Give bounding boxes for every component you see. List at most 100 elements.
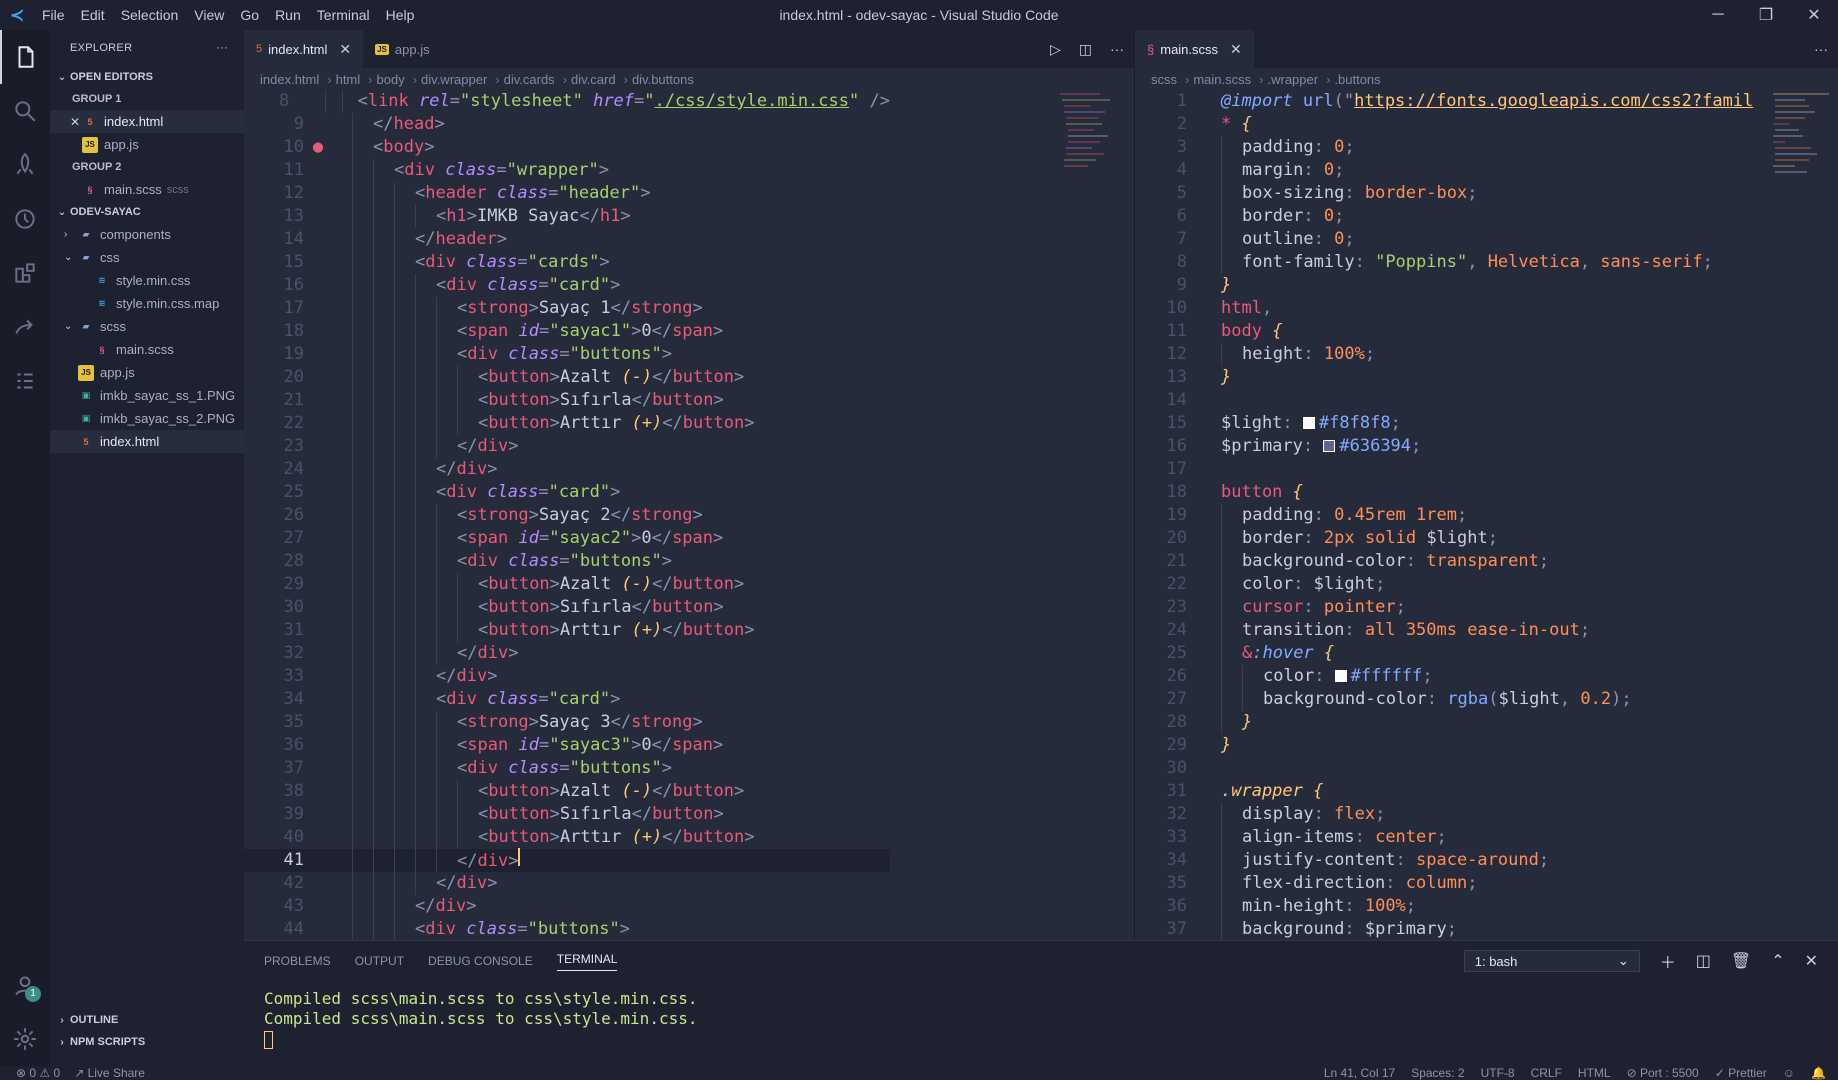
bell-icon[interactable]: 🔔 (1811, 1066, 1826, 1080)
close-tab-icon[interactable]: ✕ (339, 41, 351, 58)
cursor-position[interactable]: Ln 41, Col 17 (1324, 1066, 1395, 1080)
tree-item[interactable]: ⌄ ▰ css (50, 246, 244, 269)
tab-main-scss[interactable]: § main.scss ✕ (1135, 30, 1254, 68)
account-icon[interactable]: 1 (0, 958, 50, 1012)
breadcrumb-item[interactable]: div.buttons (632, 72, 694, 87)
split-terminal-icon[interactable]: ◫ (1696, 951, 1711, 971)
close-icon[interactable]: ✕ (70, 115, 82, 129)
code-area[interactable]: 1 @import url("https://fonts.googleapis.c… (1135, 90, 1765, 941)
chevron-right-icon: › (368, 71, 373, 87)
tree-item[interactable]: ≋ style.min.css.map (50, 292, 244, 315)
indentation[interactable]: Spaces: 2 (1411, 1066, 1464, 1080)
gear-icon[interactable] (0, 1012, 50, 1066)
terminal-select[interactable]: 1: bash ⌄ (1463, 950, 1640, 972)
run-icon[interactable]: ▷ (1050, 41, 1061, 58)
rocket-icon[interactable] (0, 138, 50, 192)
feedback-icon[interactable]: ☺ (1783, 1066, 1795, 1080)
outline-section[interactable]: › OUTLINE (50, 1009, 244, 1031)
split-editor-icon[interactable]: ◫ (1079, 41, 1092, 58)
scss-file-icon: § (87, 184, 93, 195)
problems-status[interactable]: ⊗ 0 ⚠ 0 (16, 1066, 60, 1080)
panel-tab[interactable]: OUTPUT (355, 954, 404, 968)
menu-edit[interactable]: Edit (73, 7, 113, 23)
close-panel-icon[interactable]: ✕ (1805, 951, 1818, 971)
menu-selection[interactable]: Selection (113, 7, 187, 23)
breadcrumb: index.html › html › body › div.wrapper › div.car… (244, 68, 1134, 90)
restore-icon[interactable]: ❐ (1742, 0, 1790, 30)
chevron-right-icon: › (623, 71, 628, 87)
prettier-status[interactable]: ✓ Prettier (1715, 1066, 1767, 1080)
more-actions-icon[interactable]: ··· (1110, 41, 1124, 57)
more-actions-icon[interactable]: ··· (216, 42, 228, 54)
tree-item[interactable]: 5 index.html (50, 430, 244, 453)
maximize-panel-icon[interactable]: ⌃ (1771, 951, 1784, 971)
minimize-icon[interactable]: ─ (1694, 0, 1742, 30)
language-mode[interactable]: HTML (1578, 1066, 1611, 1080)
group-2-label: GROUP 2 (72, 161, 122, 173)
live-share-icon[interactable] (0, 300, 50, 354)
tree-item[interactable]: ▣ imkb_sayac_ss_1.PNG (50, 384, 244, 407)
tree-item[interactable]: § main.scss (50, 338, 244, 361)
close-icon[interactable]: ✕ (1790, 0, 1838, 30)
breadcrumb-item[interactable]: div.card (571, 72, 616, 87)
trash-icon[interactable]: 🗑 (1731, 951, 1751, 971)
breadcrumb-item[interactable]: div.cards (504, 72, 555, 87)
list-icon[interactable] (0, 354, 50, 408)
tab-app-js[interactable]: JS app.js (363, 30, 442, 68)
breadcrumb-item[interactable]: body (377, 72, 405, 87)
minimap[interactable] (1769, 90, 1838, 210)
breadcrumb: scss › main.scss › .wrapper › .buttons (1135, 68, 1838, 90)
chevron-right-icon: › (64, 229, 68, 240)
search-icon[interactable] (0, 84, 50, 138)
breadcrumb-item[interactable]: .buttons (1334, 72, 1380, 87)
new-terminal-icon[interactable]: ＋ (1660, 949, 1676, 973)
menu-view[interactable]: View (186, 7, 232, 23)
live-share-status[interactable]: ↗ Live Share (74, 1066, 145, 1080)
project-section[interactable]: ⌄ ODEV-SAYAC (50, 201, 244, 223)
breadcrumb-item[interactable]: html (336, 72, 361, 87)
open-editor-index-html[interactable]: ✕ 5 index.html (50, 110, 244, 133)
minimap[interactable] (1050, 90, 1120, 210)
terminal-output[interactable]: Compiled scss\main.scss to css\style.min… (244, 981, 1838, 1049)
breadcrumb-item[interactable]: main.scss (1193, 72, 1251, 87)
line-ending[interactable]: CRLF (1531, 1066, 1562, 1080)
close-tab-icon[interactable]: ✕ (1230, 41, 1242, 58)
tree-item[interactable]: › ▰ components (50, 223, 244, 246)
menu-terminal[interactable]: Terminal (309, 7, 378, 23)
breadcrumb-item[interactable]: .wrapper (1267, 72, 1318, 87)
menu-run[interactable]: Run (267, 7, 309, 23)
tree-item[interactable]: ⌄ ▰ scss (50, 315, 244, 338)
js-file-icon: JS (375, 43, 389, 55)
menu-go[interactable]: Go (232, 7, 267, 23)
breadcrumb-item[interactable]: scss (1151, 72, 1177, 87)
menu-bar: File Edit Selection View Go Run Terminal… (34, 0, 422, 30)
files-icon[interactable] (0, 30, 50, 84)
breadcrumb-item[interactable]: index.html (260, 72, 319, 87)
tree-item[interactable]: JS app.js (50, 361, 244, 384)
panel-tab[interactable]: DEBUG CONSOLE (428, 954, 533, 968)
tree-item[interactable]: ≋ style.min.css (50, 269, 244, 292)
title-bar: ≺ File Edit Selection View Go Run Termin… (0, 0, 1838, 30)
code-area[interactable]: 8 <link rel="stylesheet" href="./css/styl… (244, 90, 890, 941)
tab-index-html[interactable]: 5 index.html ✕ (244, 30, 364, 68)
npm-scripts-section[interactable]: › NPM SCRIPTS (50, 1031, 244, 1053)
menu-help[interactable]: Help (378, 7, 423, 23)
menu-file[interactable]: File (34, 7, 73, 23)
panel-tab[interactable]: TERMINAL (556, 952, 618, 971)
bottom-panel: PROBLEMS OUTPUT DEBUG CONSOLE TERMINAL 1: b… (244, 940, 1838, 1066)
panel-tab[interactable]: PROBLEMS (264, 954, 331, 968)
terminal-line: Compiled scss\main.scss to css\style.min… (264, 1009, 698, 1028)
history-icon[interactable] (0, 192, 50, 246)
chevron-right-icon: › (1185, 71, 1190, 87)
extensions-icon[interactable] (0, 246, 50, 300)
more-actions-icon[interactable]: ··· (1814, 41, 1828, 57)
live-server-port[interactable]: ⊘ Port : 5500 (1627, 1066, 1699, 1080)
chevron-down-icon: ⌄ (1617, 953, 1629, 968)
breadcrumb-item[interactable]: div.wrapper (421, 72, 487, 87)
open-editor-app-js[interactable]: JS app.js (50, 133, 244, 156)
folder-file-icon: ▰ (82, 252, 90, 262)
encoding[interactable]: UTF-8 (1481, 1066, 1515, 1080)
tree-item[interactable]: ▣ imkb_sayac_ss_2.PNG (50, 407, 244, 430)
open-editors-section[interactable]: ⌄ OPEN EDITORS (50, 66, 244, 88)
open-editor-main-scss[interactable]: § main.scss scss (50, 178, 244, 201)
